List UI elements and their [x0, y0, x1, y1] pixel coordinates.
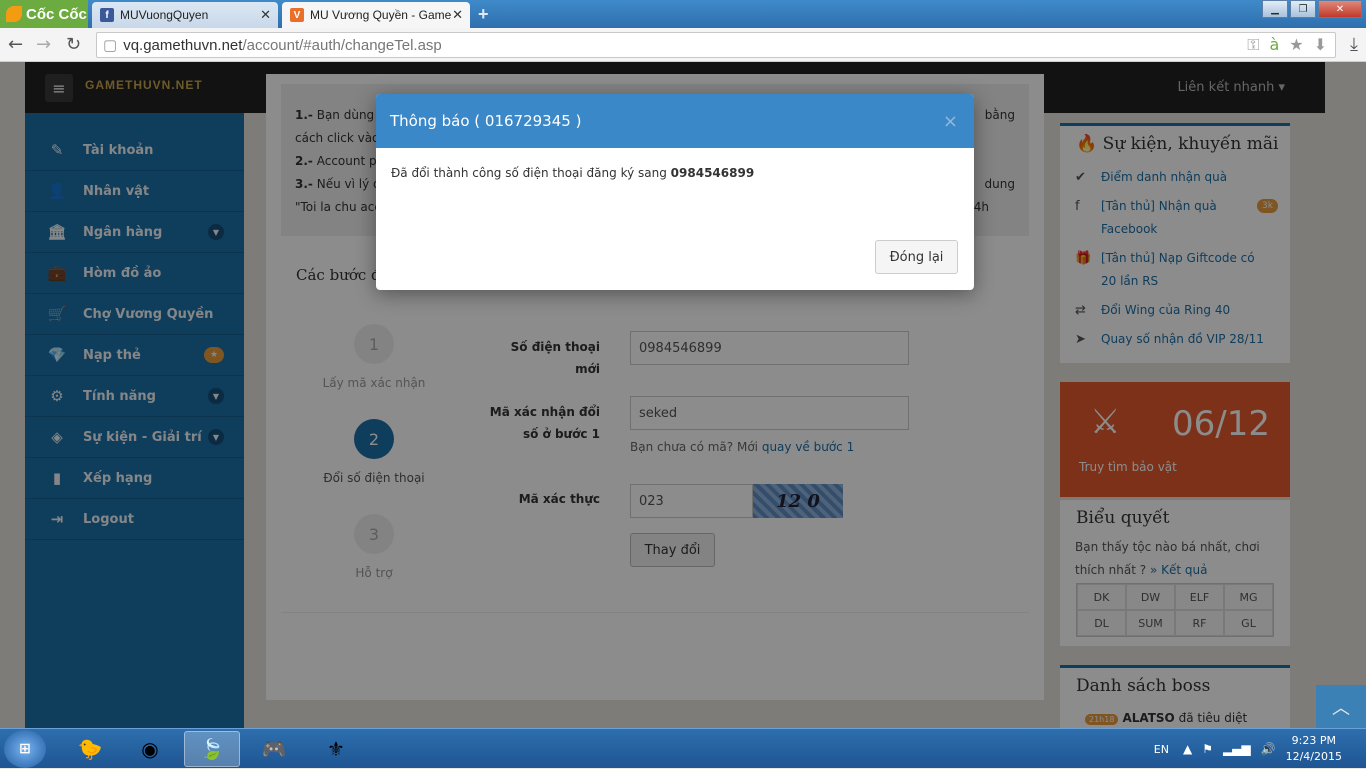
clock-time: 9:23 PM: [1291, 734, 1336, 747]
modal-phone: 0984546899: [670, 166, 755, 180]
window-controls: ▁ ❐ ✕: [1262, 0, 1362, 18]
modal-message: Đã đổi thành công số điện thoại đăng ký …: [391, 166, 667, 180]
reload-icon[interactable]: ↻: [66, 34, 81, 55]
game-launcher-icon[interactable]: 🎮: [246, 731, 302, 767]
url-path: /account/#auth/changeTel.asp: [242, 36, 442, 54]
modal-header: Thông báo ( 016729345 ) ×: [376, 94, 974, 148]
browser-toolbar: ← → ↻ ▢ vq.gamethuvn.net/account/#auth/c…: [0, 28, 1366, 62]
tray-expand-icon[interactable]: ▲: [1183, 742, 1192, 756]
new-tab-button[interactable]: +: [478, 4, 489, 25]
tab-mu-vuong-quyen[interactable]: V MU Vương Quyền - Game ✕: [282, 2, 470, 28]
game-icon[interactable]: ⚜: [308, 731, 364, 767]
star-icon[interactable]: ★: [1289, 35, 1303, 55]
modal-title: Thông báo ( 016729345 ): [390, 112, 582, 130]
modal-body: Đã đổi thành công số điện thoại đăng ký …: [376, 148, 974, 198]
close-window-button[interactable]: ✕: [1318, 0, 1362, 18]
back-icon[interactable]: ←: [8, 34, 23, 55]
tab-muvuongquyen[interactable]: f MUVuongQuyen ✕: [92, 2, 278, 28]
scroll-top-icon[interactable]: ︿: [1316, 685, 1366, 728]
download-arrow-icon[interactable]: ⬇: [1314, 35, 1327, 55]
minimize-button[interactable]: ▁: [1262, 0, 1288, 18]
maximize-button[interactable]: ❐: [1290, 0, 1316, 18]
address-bar-icons: ⚿ à ★ ⬇: [1247, 35, 1327, 55]
coccoc-logo[interactable]: Cốc Cốc: [0, 0, 88, 28]
flag-icon[interactable]: ⚑: [1202, 742, 1213, 756]
close-button[interactable]: Đóng lại: [875, 240, 958, 274]
forward-icon[interactable]: →: [36, 34, 51, 55]
game-favicon-icon: V: [290, 8, 304, 22]
browser-titlebar: Cốc Cốc f MUVuongQuyen ✕ V MU Vương Quyề…: [0, 0, 1366, 28]
system-tray: EN ▲ ⚑ ▂▄▆ 🔊 9:23 PM 12/4/2015: [1154, 729, 1366, 769]
app-icon[interactable]: 🐤: [62, 731, 118, 767]
downloads-icon[interactable]: ⤓: [1350, 34, 1358, 55]
facebook-icon: f: [100, 8, 114, 22]
tab-close-icon[interactable]: ✕: [260, 7, 271, 23]
address-bar[interactable]: ▢ vq.gamethuvn.net/account/#auth/changeT…: [96, 32, 1336, 58]
clock[interactable]: 9:23 PM 12/4/2015: [1286, 733, 1342, 765]
close-icon[interactable]: ×: [943, 111, 958, 132]
notification-modal: Thông báo ( 016729345 ) × Đã đổi thành cô…: [376, 94, 974, 290]
network-icon[interactable]: ▂▄▆: [1223, 742, 1251, 756]
tab-title: MU Vương Quyền - Game: [310, 8, 452, 22]
coccoc-icon[interactable]: 🍃: [184, 731, 240, 767]
leaf-icon: [6, 6, 22, 22]
page-icon: ▢: [103, 37, 118, 54]
start-button[interactable]: ⊞: [4, 730, 46, 768]
language-indicator[interactable]: EN: [1154, 743, 1169, 756]
windows-taskbar: ⊞ 🐤 ◉ 🍃 🎮 ⚜ EN ▲ ⚑ ▂▄▆ 🔊 9:23 PM 12/4/201…: [0, 728, 1366, 768]
volume-icon[interactable]: 🔊: [1261, 742, 1276, 756]
url-host: vq.gamethuvn.net: [123, 36, 243, 54]
tab-close-icon[interactable]: ✕: [452, 7, 463, 23]
chrome-icon[interactable]: ◉: [122, 731, 178, 767]
translate-icon[interactable]: à: [1269, 35, 1279, 55]
clock-date: 12/4/2015: [1285, 750, 1342, 763]
tab-title: MUVuongQuyen: [120, 8, 209, 22]
key-icon[interactable]: ⚿: [1247, 35, 1259, 55]
browser-name: Cốc Cốc: [26, 5, 87, 23]
